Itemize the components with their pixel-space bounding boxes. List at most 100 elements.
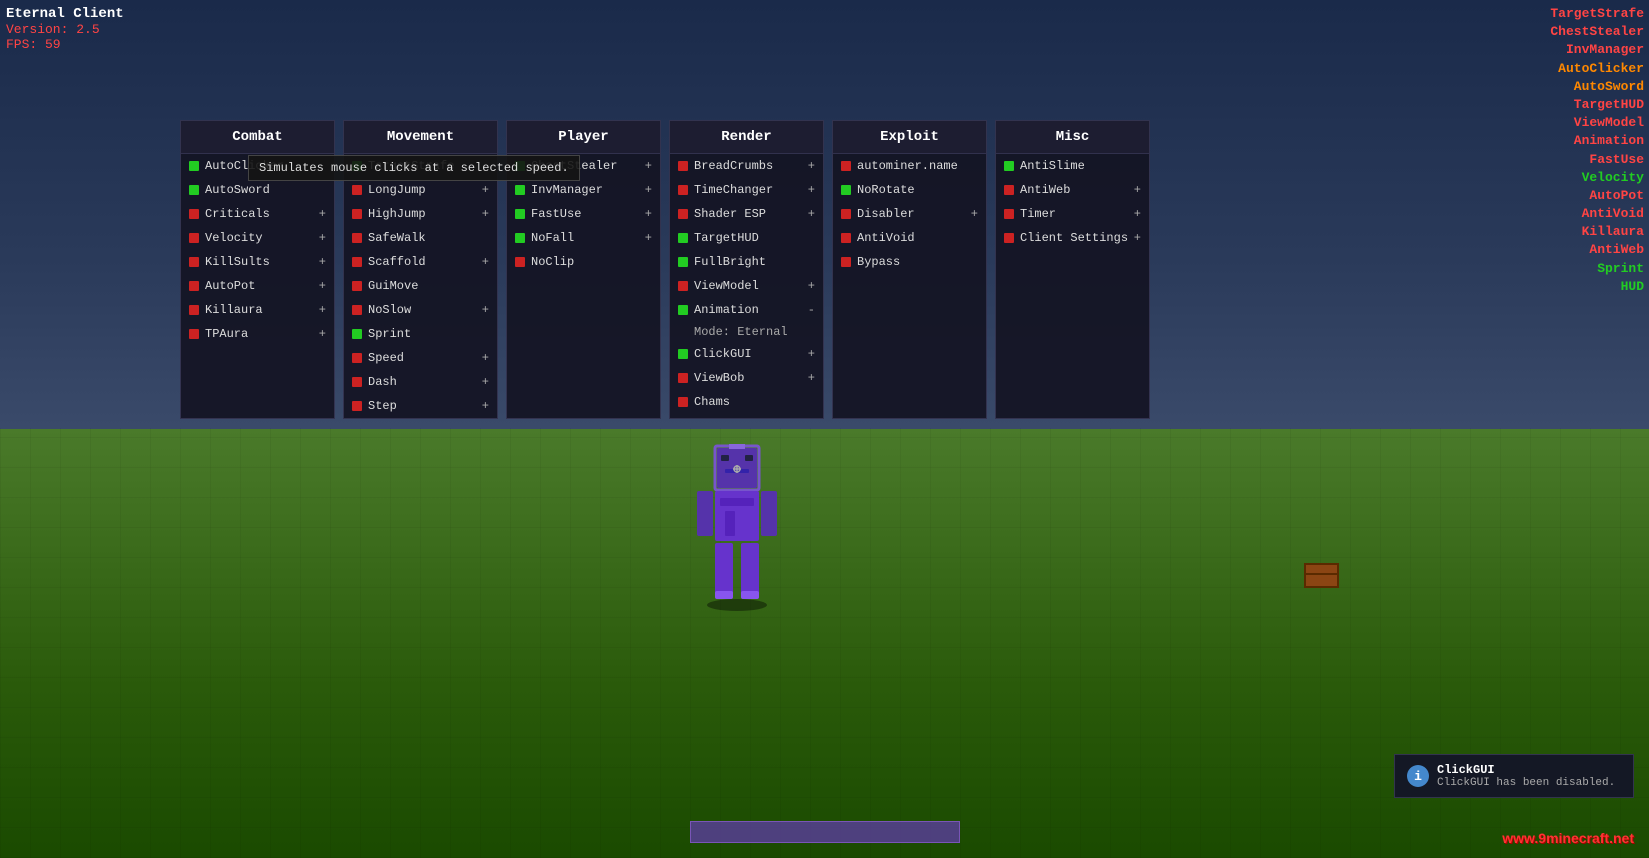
- module-name: NoFall: [531, 231, 641, 245]
- module-expand-icon[interactable]: +: [971, 207, 978, 221]
- module-item-shader-esp[interactable]: Shader ESP+: [670, 202, 823, 226]
- module-expand-icon[interactable]: +: [645, 183, 652, 197]
- module-dot: [189, 161, 199, 171]
- module-expand-icon[interactable]: +: [482, 399, 489, 413]
- module-item-timer[interactable]: Timer+: [996, 202, 1149, 226]
- module-item-nofall[interactable]: NoFall +: [507, 226, 660, 250]
- module-item-timechanger[interactable]: TimeChanger +: [670, 178, 823, 202]
- module-item-sprint[interactable]: Sprint: [344, 322, 497, 346]
- module-name: TimeChanger: [694, 183, 804, 197]
- module-item-safewalk[interactable]: SafeWalk: [344, 226, 497, 250]
- module-item-killsults[interactable]: KillSults+: [181, 250, 334, 274]
- module-item-antiweb[interactable]: AntiWeb +: [996, 178, 1149, 202]
- module-expand-icon[interactable]: +: [482, 255, 489, 269]
- module-dot: [189, 329, 199, 339]
- module-expand-icon[interactable]: +: [808, 207, 815, 221]
- module-item-autosword[interactable]: AutoSword: [181, 178, 334, 202]
- module-item-longjump[interactable]: LongJump +: [344, 178, 497, 202]
- module-expand-icon[interactable]: +: [808, 371, 815, 385]
- module-item-disabler[interactable]: Disabler +: [833, 202, 986, 226]
- module-expand-icon[interactable]: +: [1134, 231, 1141, 245]
- module-item-fullbright[interactable]: FullBright: [670, 250, 823, 274]
- top-right-module-killaura: Killaura: [1550, 223, 1644, 241]
- module-dot: [352, 233, 362, 243]
- module-item-guimove[interactable]: GuiMove: [344, 274, 497, 298]
- module-item-animation[interactable]: Animation-: [670, 298, 823, 322]
- module-name: AntiWeb: [1020, 183, 1130, 197]
- module-expand-icon[interactable]: +: [482, 183, 489, 197]
- module-item-antivoid[interactable]: AntiVoid: [833, 226, 986, 250]
- module-item-fastuse[interactable]: FastUse+: [507, 202, 660, 226]
- module-expand-icon[interactable]: +: [319, 327, 326, 341]
- module-item-dash[interactable]: Dash+: [344, 370, 497, 394]
- top-right-module-cheststealer: ChestStealer: [1550, 23, 1644, 41]
- module-dot: [1004, 209, 1014, 219]
- module-expand-icon[interactable]: +: [319, 231, 326, 245]
- module-item-scaffold[interactable]: Scaffold+: [344, 250, 497, 274]
- watermark: www.9minecraft.net: [1502, 830, 1634, 846]
- top-right-module-velocity: Velocity: [1550, 169, 1644, 187]
- notification-content: ClickGUI ClickGUI has been disabled.: [1437, 763, 1615, 789]
- module-item-velocity[interactable]: Velocity+: [181, 226, 334, 250]
- module-expand-icon[interactable]: +: [482, 303, 489, 317]
- module-expand-icon[interactable]: +: [1134, 207, 1141, 221]
- bottom-bar: [690, 821, 960, 843]
- module-name: AntiSlime: [1020, 159, 1141, 173]
- tooltip-box: Simulates mouse clicks at a selected spe…: [248, 155, 580, 181]
- module-item-bypass[interactable]: Bypass: [833, 250, 986, 274]
- module-expand-icon[interactable]: +: [482, 207, 489, 221]
- module-item-breadcrumbs[interactable]: BreadCrumbs+: [670, 154, 823, 178]
- module-expand-icon[interactable]: +: [645, 231, 652, 245]
- module-item-norotate[interactable]: NoRotate: [833, 178, 986, 202]
- module-expand-icon[interactable]: +: [1134, 183, 1141, 197]
- top-right-module-targethud: TargetHUD: [1550, 96, 1644, 114]
- module-collapse-icon[interactable]: -: [808, 303, 815, 317]
- module-dot: [678, 233, 688, 243]
- module-expand-icon[interactable]: +: [808, 347, 815, 361]
- module-item-antislime[interactable]: AntiSlime: [996, 154, 1149, 178]
- notification-title: ClickGUI: [1437, 763, 1615, 777]
- module-item-killaura[interactable]: Killaura+: [181, 298, 334, 322]
- module-item-noclip[interactable]: NoClip: [507, 250, 660, 274]
- panel-header-render: Render: [670, 121, 823, 154]
- module-item-autominer.name[interactable]: autominer.name: [833, 154, 986, 178]
- notification-description: ClickGUI has been disabled.: [1437, 777, 1615, 789]
- module-expand-icon[interactable]: +: [319, 255, 326, 269]
- module-dot: [678, 257, 688, 267]
- module-item-speed[interactable]: Speed+: [344, 346, 497, 370]
- module-expand-icon[interactable]: +: [645, 159, 652, 173]
- module-item-invmanager[interactable]: InvManager+: [507, 178, 660, 202]
- module-item-tpaura[interactable]: TPAura +: [181, 322, 334, 346]
- top-right-module-invmanager: InvManager: [1550, 41, 1644, 59]
- module-expand-icon[interactable]: +: [482, 375, 489, 389]
- module-name: Sprint: [368, 327, 489, 341]
- module-expand-icon[interactable]: +: [808, 159, 815, 173]
- module-item-targethud[interactable]: TargetHUD: [670, 226, 823, 250]
- module-item-chams[interactable]: Chams: [670, 390, 823, 414]
- module-expand-icon[interactable]: +: [808, 279, 815, 293]
- module-item-criticals[interactable]: Criticals+: [181, 202, 334, 226]
- module-name: LongJump: [368, 183, 478, 197]
- module-name: TPAura: [205, 327, 315, 341]
- top-info: Eternal Client Version: 2.5 FPS: 59: [6, 6, 124, 52]
- module-expand-icon[interactable]: +: [319, 207, 326, 221]
- module-item-autopot[interactable]: AutoPot+: [181, 274, 334, 298]
- version-label: Version: 2.5: [6, 22, 124, 37]
- module-name: Disabler: [857, 207, 967, 221]
- module-item-client-settings[interactable]: Client Settings+: [996, 226, 1149, 250]
- module-name: AutoSword: [205, 183, 326, 197]
- module-expand-icon[interactable]: +: [319, 303, 326, 317]
- module-item-highjump[interactable]: HighJump+: [344, 202, 497, 226]
- module-expand-icon[interactable]: +: [645, 207, 652, 221]
- module-item-viewmodel[interactable]: ViewModel+: [670, 274, 823, 298]
- module-item-step[interactable]: Step+: [344, 394, 497, 418]
- module-item-viewbob[interactable]: ViewBob+: [670, 366, 823, 390]
- module-item-noslow[interactable]: NoSlow+: [344, 298, 497, 322]
- module-expand-icon[interactable]: +: [808, 183, 815, 197]
- module-dot: [352, 329, 362, 339]
- module-expand-icon[interactable]: +: [482, 351, 489, 365]
- top-right-module-viewmodel: ViewModel: [1550, 114, 1644, 132]
- module-expand-icon[interactable]: +: [319, 279, 326, 293]
- module-item-clickgui[interactable]: ClickGUI+: [670, 342, 823, 366]
- module-dot: [352, 353, 362, 363]
